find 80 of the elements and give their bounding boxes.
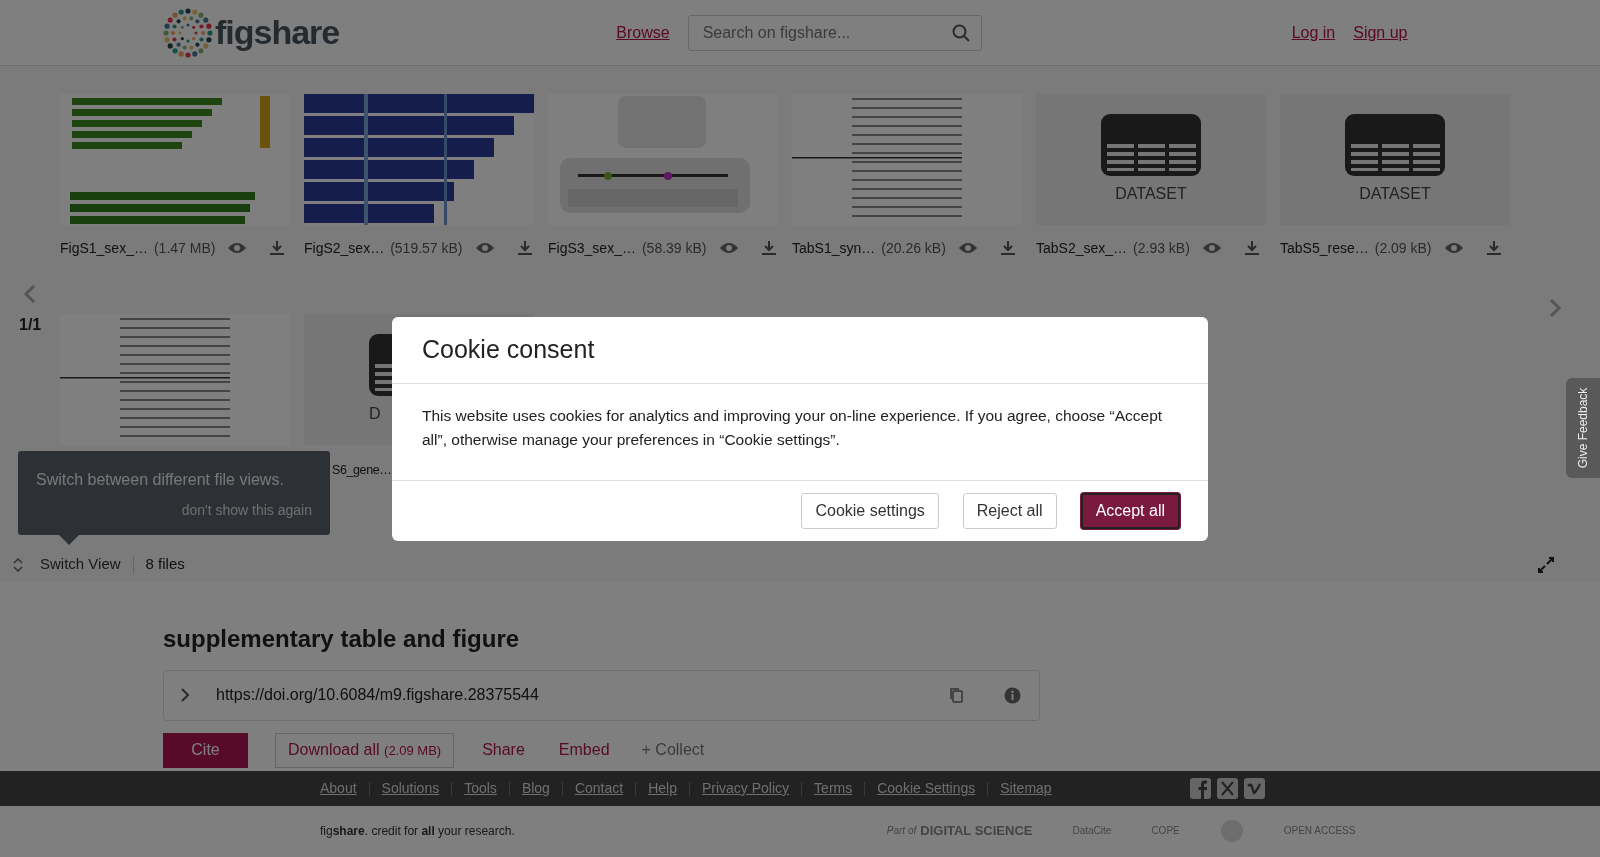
preview-icon[interactable]	[227, 241, 248, 255]
file-type-label: DATASET	[1359, 183, 1431, 204]
preview-icon[interactable]	[718, 241, 739, 255]
download-icon[interactable]	[1243, 240, 1260, 256]
collect-button[interactable]: + Collect	[635, 737, 711, 764]
file-type-label: DATASET	[1115, 183, 1187, 204]
file-type-label: D	[369, 403, 381, 424]
partner-logo-text: DIGITAL SCIENCE	[920, 821, 1033, 840]
partner-logo-text: OPEN ACCESS	[1283, 824, 1356, 838]
browse-link[interactable]: Browse	[616, 20, 670, 45]
copy-icon[interactable]	[948, 687, 964, 704]
login-link[interactable]: Log in	[1291, 20, 1336, 45]
download-icon[interactable]	[999, 240, 1016, 256]
file-count: 8 files	[145, 554, 185, 575]
download-icon[interactable]	[516, 240, 533, 256]
download-icon[interactable]	[269, 240, 286, 256]
fullscreen-icon[interactable]	[1538, 556, 1554, 573]
preview-icon[interactable]	[474, 241, 495, 255]
page-indicator: 1/1	[19, 315, 42, 335]
file-name[interactable]: FigS3_sex_…	[548, 237, 636, 259]
vimeo-icon[interactable]	[1243, 778, 1265, 799]
table-icon	[1101, 113, 1201, 176]
footer-link[interactable]: Contact	[574, 778, 624, 799]
table-icon	[1345, 113, 1445, 176]
facebook-icon[interactable]	[1189, 778, 1211, 799]
feedback-tab[interactable]: Give Feedback	[1566, 378, 1600, 478]
info-icon[interactable]	[1004, 686, 1021, 704]
file-size: (20.26 kB)	[881, 238, 946, 258]
footer-link[interactable]: Tools	[464, 778, 497, 799]
embed-button[interactable]: Embed	[552, 737, 616, 764]
dialog-message: This website uses cookies for analytics and improving your on-line experience. If you agree, choose “Accept all”, otherwise manage your preferences in “Cookie settings”.	[392, 383, 1208, 481]
file-size: (2.09 kB)	[1374, 238, 1432, 258]
x-social-icon[interactable]	[1216, 778, 1238, 799]
file-name[interactable]: FigS1_sex_…	[60, 237, 148, 259]
dialog-button[interactable]: Reject all	[962, 492, 1057, 529]
dismiss-link[interactable]: don't show this again	[36, 500, 312, 521]
partner-logo-text: DataCite	[1072, 824, 1112, 838]
chevron-right-icon[interactable]	[180, 687, 190, 704]
doi-link[interactable]: https://doi.org/10.6084/m9.figshare.28375544	[216, 683, 539, 708]
download-all-button[interactable]: Download all (2.09 MB)	[275, 732, 455, 768]
file-name[interactable]: TabS2_sex_…	[1036, 237, 1128, 259]
file-size: (2.93 kB)	[1133, 238, 1190, 258]
preview-icon[interactable]	[1443, 241, 1464, 255]
file-name[interactable]: TabS1_syn…	[792, 237, 876, 259]
dialog-title: Cookie consent	[392, 317, 1208, 384]
item-title: supplementary table and figure	[163, 625, 521, 654]
file-name[interactable]: TabS5_rese…	[1280, 237, 1369, 259]
search-icon[interactable]	[951, 23, 970, 42]
file-name[interactable]: FigS2_sex…	[304, 237, 385, 259]
search-field[interactable]: Search on figshare...	[687, 14, 982, 51]
footer-link[interactable]: About	[320, 778, 357, 799]
tooltip-text: Switch between different file views.	[36, 470, 285, 490]
footer-link[interactable]: Blog	[521, 778, 550, 799]
footer-link[interactable]: Privacy Policy	[701, 778, 790, 799]
accept-button[interactable]: Accept all	[1080, 492, 1180, 529]
download-icon[interactable]	[1485, 240, 1502, 256]
download-icon[interactable]	[760, 240, 777, 256]
tagline: figshare. credit for all your research.	[320, 822, 515, 840]
preview-icon[interactable]	[1201, 241, 1222, 255]
cite-button[interactable]: Cite	[163, 732, 248, 768]
signup-link[interactable]: Sign up	[1353, 20, 1408, 45]
file-size: (519.57 kB)	[390, 238, 463, 258]
file-thumbnail[interactable]: DATASET	[1036, 94, 1266, 225]
file-size: (1.47 MB)	[153, 238, 216, 258]
file-name[interactable]: S6_gene…	[332, 460, 392, 480]
expand-collapse-icon[interactable]	[12, 557, 24, 572]
file-thumbnail[interactable]: DATASET	[1280, 94, 1510, 225]
footer-link[interactable]: Solutions	[381, 778, 440, 799]
preview-icon[interactable]	[957, 241, 978, 255]
switch-view-button[interactable]: Switch View	[40, 553, 121, 576]
footer-link[interactable]: Help	[648, 778, 677, 799]
dialog-button[interactable]: Cookie settings	[801, 492, 939, 529]
share-button[interactable]: Share	[476, 737, 531, 764]
partner-logo-text: COPE	[1151, 824, 1180, 838]
file-size: (58.39 kB)	[641, 238, 707, 258]
logo-icon[interactable]	[163, 7, 213, 58]
footer-link[interactable]: Cookie Settings	[877, 778, 976, 799]
footer-link[interactable]: Terms	[814, 778, 853, 799]
logo-text[interactable]: figshare	[215, 7, 340, 58]
footer-link[interactable]: Sitemap	[1000, 778, 1052, 799]
